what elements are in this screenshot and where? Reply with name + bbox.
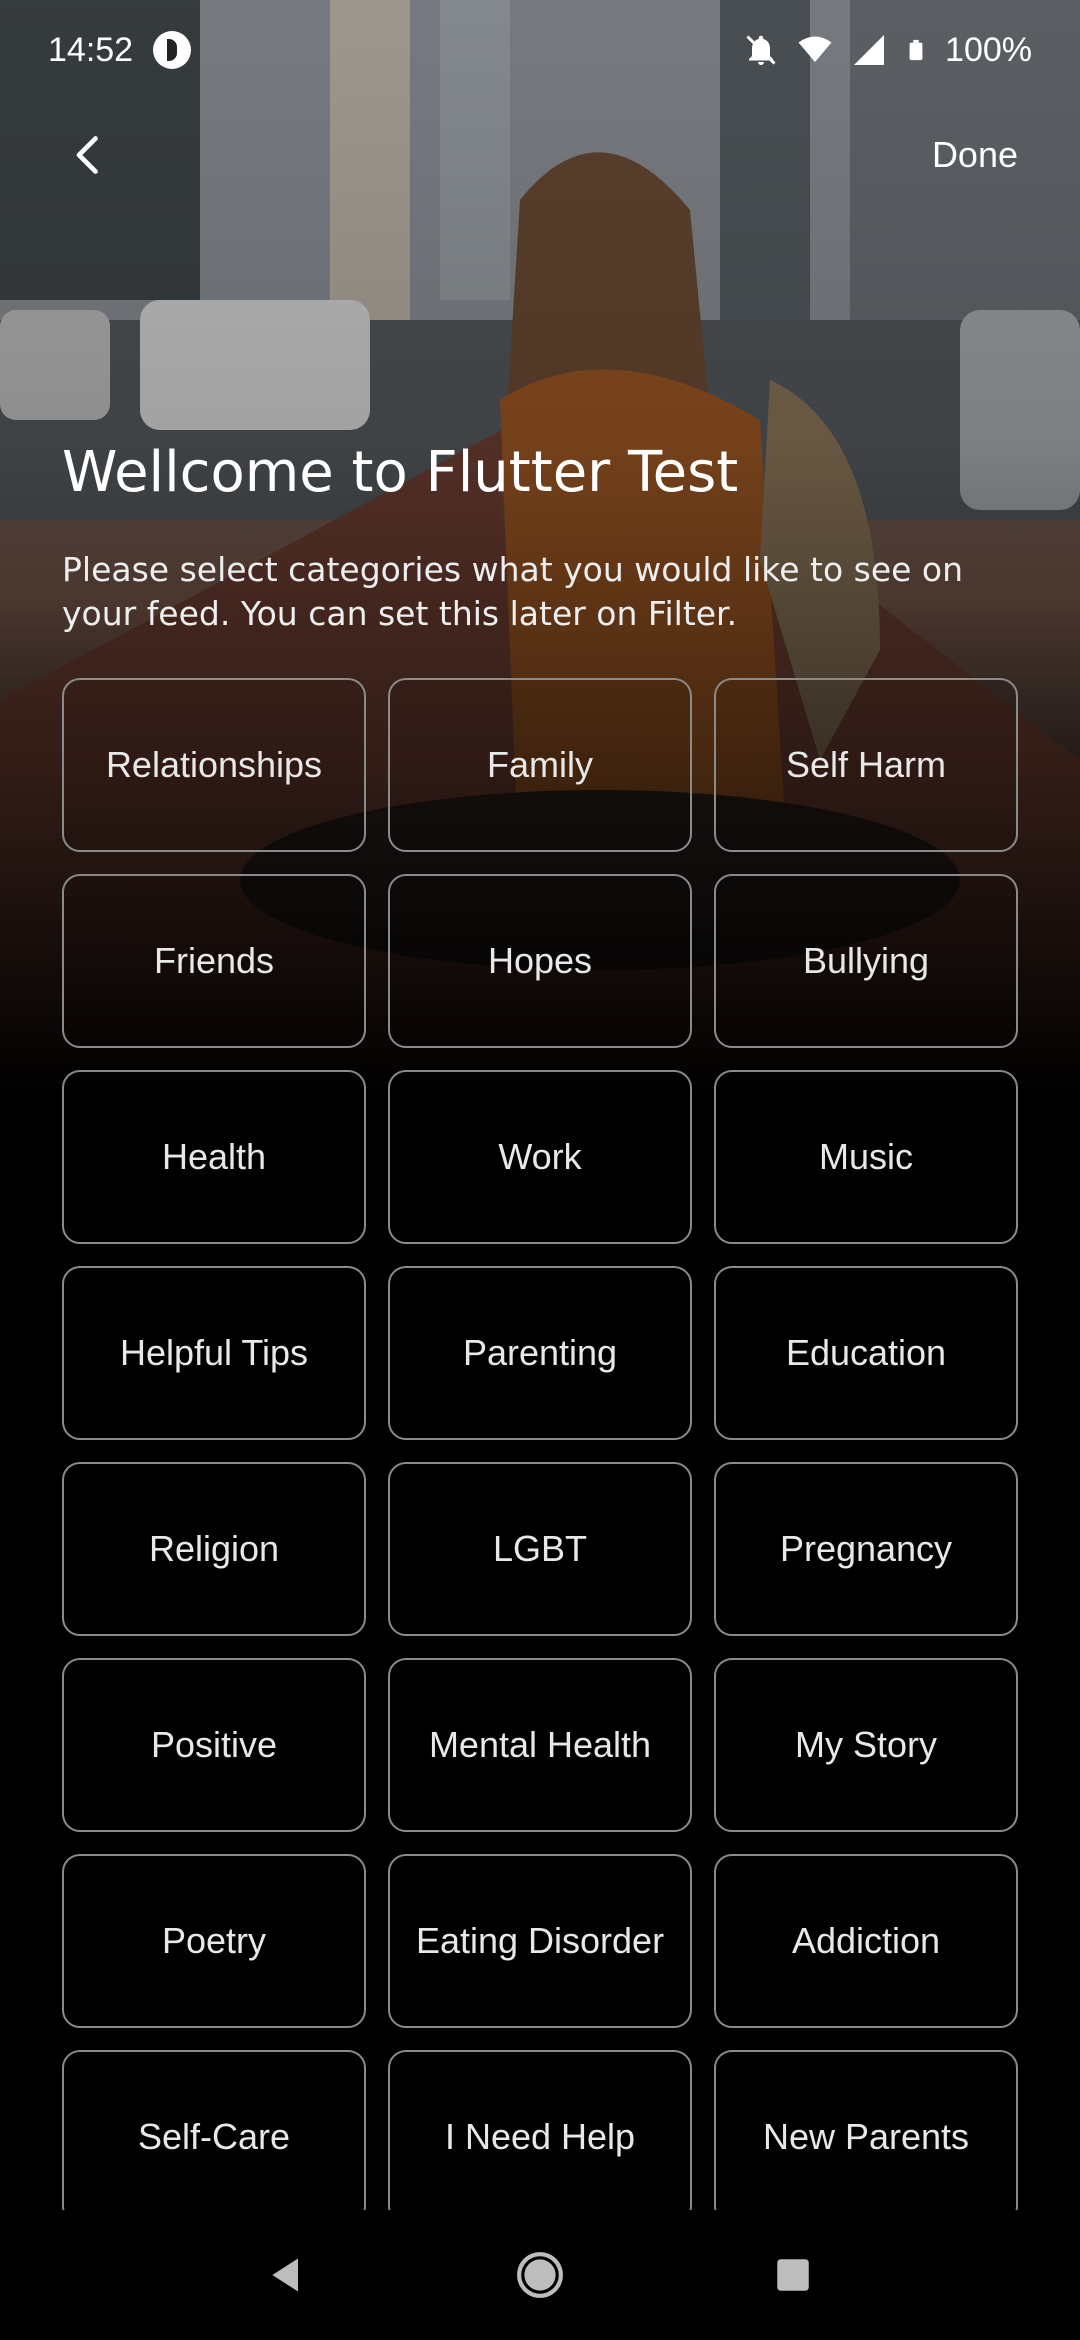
category-grid: Relationships Family Self Harm Friends H… [62,678,1018,2213]
category-tile[interactable]: Religion [62,1462,366,1636]
nav-recents-button[interactable] [758,2240,828,2310]
category-tile[interactable]: LGBT [388,1462,692,1636]
category-tile[interactable]: Health [62,1070,366,1244]
status-right: 100% [743,31,1032,70]
system-nav-bar [0,2210,1080,2340]
category-tile[interactable]: My Story [714,1658,1018,1832]
app-bar: Done [0,100,1080,210]
mute-icon [746,35,776,65]
category-tile[interactable]: Addiction [714,1854,1018,2028]
status-left: 14:52 [48,30,192,70]
category-tile[interactable]: Mental Health [388,1658,692,1832]
category-tile[interactable]: Eating Disorder [388,1854,692,2028]
nav-recents-icon [777,2259,810,2291]
status-bar: 14:52 100% [0,0,1080,100]
category-tile[interactable]: Education [714,1266,1018,1440]
category-tile[interactable]: Work [388,1070,692,1244]
back-button[interactable] [60,125,120,185]
category-tile[interactable]: Pregnancy [714,1462,1018,1636]
category-tile[interactable]: Parenting [388,1266,692,1440]
signal-icon [854,35,885,65]
category-tile[interactable]: Music [714,1070,1018,1244]
category-tile[interactable]: Family [388,678,692,852]
nav-home-icon [517,2252,563,2298]
welcome-title: Wellcome to Flutter Test [62,440,739,505]
app-notification-icon [153,31,192,69]
category-tile[interactable]: I Need Help [388,2050,692,2213]
nav-back-button[interactable] [252,2240,322,2310]
category-tile[interactable]: Positive [62,1658,366,1832]
nav-back-icon [271,2258,298,2292]
nav-home-button[interactable] [505,2240,575,2310]
battery-percent: 100% [945,30,1032,69]
clock: 14:52 [48,30,134,69]
category-tile[interactable]: Hopes [388,874,692,1048]
category-tile[interactable]: Poetry [62,1854,366,2028]
wifi-icon [798,36,832,62]
category-tile[interactable]: Self Harm [714,678,1018,852]
battery-icon [909,39,923,61]
category-tile[interactable]: Relationships [62,678,366,852]
category-tile[interactable]: Friends [62,874,366,1048]
welcome-subtitle: Please select categories what you would … [62,550,964,633]
category-tile[interactable]: New Parents [714,2050,1018,2213]
category-tile[interactable]: Bullying [714,874,1018,1048]
category-tile[interactable]: Helpful Tips [62,1266,366,1440]
done-button[interactable]: Done [932,134,1018,176]
back-arrow-icon [76,136,98,174]
category-tile[interactable]: Self-Care [62,2050,366,2213]
